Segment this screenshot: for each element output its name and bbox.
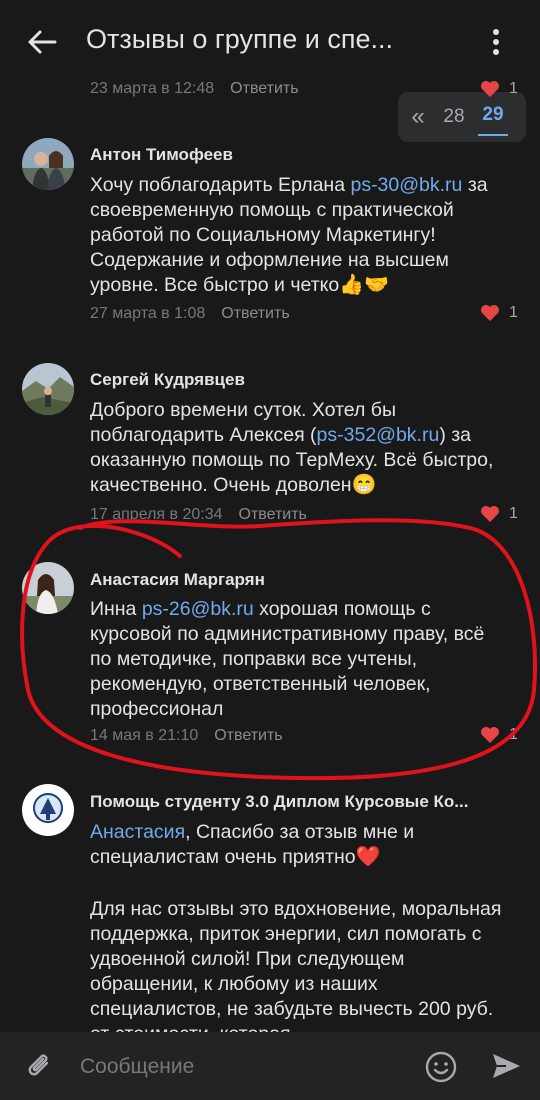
comment-author[interactable]: Помощь студенту 3.0 Диплом Курсовые Ко..…: [90, 792, 520, 812]
emoji: 😁: [351, 474, 377, 496]
page-28-button[interactable]: 28: [436, 106, 472, 128]
avatar[interactable]: [22, 562, 74, 614]
heart-icon: [481, 305, 499, 321]
like-button[interactable]: 1: [480, 304, 518, 322]
avatar[interactable]: [22, 363, 74, 415]
avatar-photo: [22, 138, 74, 190]
comment-text: Инна ps-26@bk.ru хорошая помощь с курсов…: [90, 598, 485, 720]
like-button[interactable]: 1: [480, 80, 518, 98]
like-count: 1: [509, 505, 518, 522]
group-avatar[interactable]: [22, 784, 74, 836]
comment-paragraph: Для нас отзывы это вдохновение, моральна…: [90, 898, 502, 1045]
attach-button[interactable]: [22, 1048, 58, 1084]
arrow-left-icon: [28, 30, 57, 54]
avatar-photo: [22, 562, 74, 614]
comment-date: 23 марта в 12:48: [90, 80, 215, 97]
page-title: Отзывы о группе и спе...: [86, 24, 393, 54]
mention-link[interactable]: Анастасия: [90, 821, 185, 843]
comment-date: 27 марта в 1:08: [90, 305, 206, 322]
like-count: 1: [509, 304, 518, 321]
page-29-current[interactable]: 29: [472, 104, 514, 136]
comment-author[interactable]: Анастасия Маргарян: [90, 570, 520, 590]
comment-meta: 23 марта в 12:48 Ответить: [90, 80, 299, 98]
reply-button[interactable]: Ответить: [230, 80, 298, 97]
like-count: 1: [509, 726, 518, 743]
email-link[interactable]: ps-30@bk.ru: [350, 174, 462, 196]
reply-button[interactable]: Ответить: [221, 305, 289, 322]
heart-icon: [481, 727, 499, 743]
comment-author[interactable]: Сергей Кудрявцев: [90, 370, 520, 390]
reply-button[interactable]: Ответить: [214, 727, 282, 744]
like-button[interactable]: 1: [480, 726, 518, 744]
emoji: 👍🤝: [339, 274, 390, 296]
like-button[interactable]: 1: [480, 505, 518, 523]
message-input[interactable]: [80, 1052, 400, 1082]
comment-text: Доброго времени суток. Хотел бы поблагод…: [90, 399, 494, 496]
first-page-button[interactable]: «: [400, 103, 436, 131]
emoji-button[interactable]: [422, 1048, 460, 1086]
heart-icon: [481, 506, 499, 522]
email-link[interactable]: ps-352@bk.ru: [317, 424, 440, 446]
comment-meta: 14 мая в 21:10 Ответить: [90, 727, 283, 745]
back-button[interactable]: [22, 22, 62, 62]
emoji: ❤️: [355, 846, 381, 868]
comment-text: Анастасия, Спасибо за отзыв мне и специа…: [90, 821, 415, 868]
send-icon: [493, 1054, 520, 1078]
comment-text: Хочу поблагодарить Ерлана ps-30@bk.ru за…: [90, 174, 488, 296]
heart-icon: [481, 81, 499, 97]
comment-author[interactable]: Антон Тимофеев: [90, 145, 520, 165]
comment-meta: 27 марта в 1:08 Ответить: [90, 305, 290, 323]
avatar[interactable]: [22, 138, 74, 190]
like-count: 1: [509, 80, 518, 97]
avatar-photo: [22, 363, 74, 415]
send-button[interactable]: [488, 1048, 524, 1084]
group-logo: [24, 786, 72, 834]
pagination: « 28 29: [398, 92, 526, 142]
more-menu-button[interactable]: [484, 22, 508, 62]
reply-button[interactable]: Ответить: [239, 506, 307, 523]
comment-meta: 17 апреля в 20:34 Ответить: [90, 506, 307, 524]
comment-date: 17 апреля в 20:34: [90, 506, 223, 523]
top-bar: Отзывы о группе и спе...: [0, 0, 540, 82]
email-link[interactable]: ps-26@bk.ru: [142, 598, 254, 620]
paperclip-icon: [28, 1054, 49, 1076]
smile-icon: [425, 1051, 457, 1083]
message-composer: [0, 1032, 540, 1100]
more-vertical-icon: [493, 29, 499, 55]
comment-date: 14 мая в 21:10: [90, 727, 199, 744]
